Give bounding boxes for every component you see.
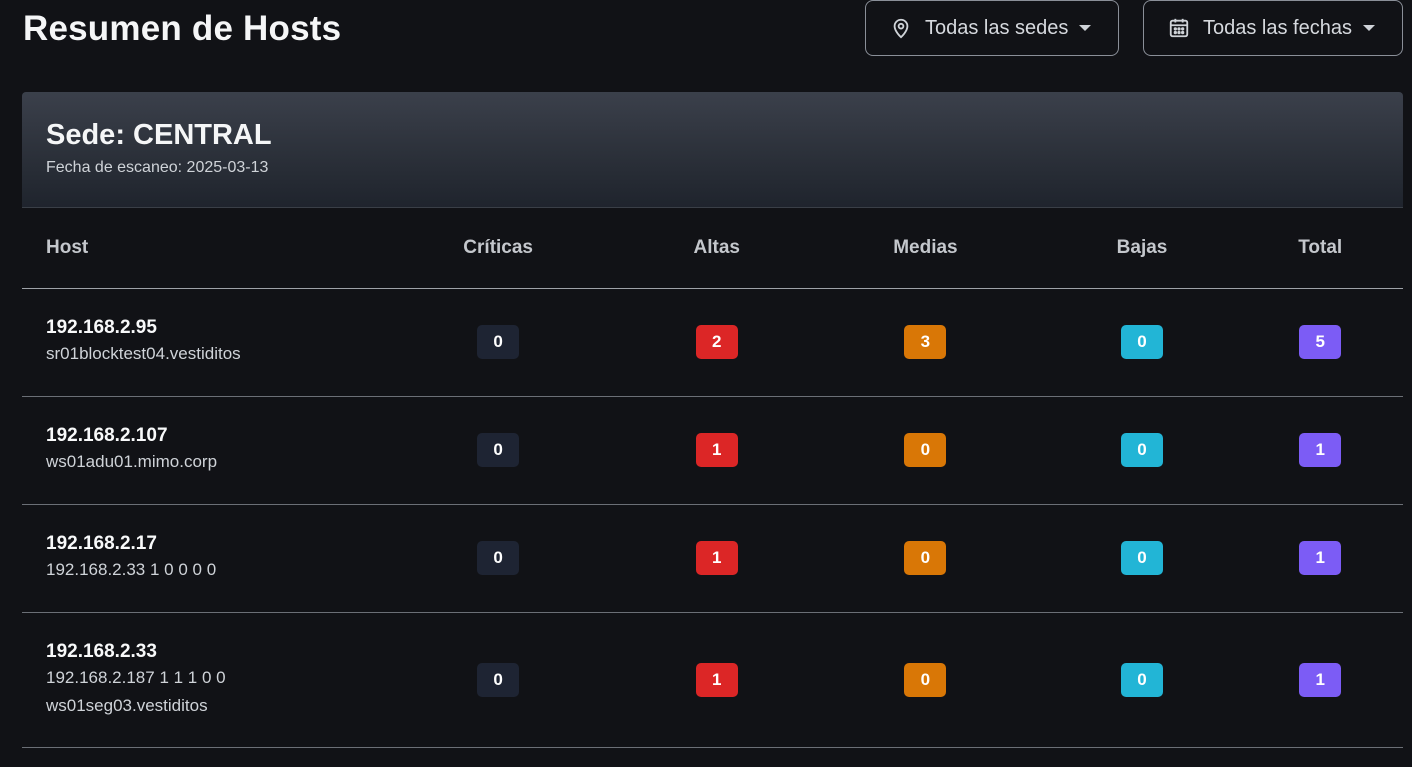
column-header-bajas: Bajas bbox=[1046, 208, 1238, 289]
sede-card: Sede: CENTRAL Fecha de escaneo: 2025-03-… bbox=[22, 92, 1403, 767]
host-cell: 192.168.2.33 192.168.2.187 1 1 1 0 0 ws0… bbox=[22, 612, 367, 748]
sede-filter-label: Todas las sedes bbox=[925, 16, 1069, 39]
table-row: 192.168.2.17 192.168.2.33 1 0 0 0 0 0 1 … bbox=[22, 504, 1403, 613]
host-ip: 192.168.2.17 bbox=[46, 533, 157, 554]
calendar-icon bbox=[1168, 17, 1190, 39]
medias-badge: 0 bbox=[904, 662, 947, 697]
table-row: 192.168.2.95 sr01blocktest04.vestiditos … bbox=[22, 288, 1403, 397]
bajas-badge: 0 bbox=[1121, 662, 1164, 697]
fecha-filter-label: Todas las fechas bbox=[1203, 16, 1352, 39]
bajas-badge: 0 bbox=[1121, 433, 1164, 467]
column-header-medias: Medias bbox=[804, 208, 1047, 289]
host-detail: ws01adu01.mimo.corp bbox=[46, 452, 218, 471]
host-ip: 192.168.2.33 bbox=[46, 640, 157, 662]
total-badge: 1 bbox=[1299, 433, 1342, 467]
table-row: 192.168.2.33 192.168.2.187 1 1 1 0 0 ws0… bbox=[22, 612, 1403, 748]
total-badge: 5 bbox=[1299, 325, 1342, 359]
medias-badge: 0 bbox=[904, 433, 947, 467]
host-detail: 192.168.2.187 1 1 1 0 0 bbox=[46, 667, 226, 687]
column-header-host: Host bbox=[22, 208, 367, 289]
altas-badge: 1 bbox=[695, 541, 738, 575]
host-ip: 192.168.2.107 bbox=[46, 425, 168, 446]
host-detail: ws01seg03.vestiditos bbox=[46, 695, 208, 715]
scan-date: Fecha de escaneo: 2025-03-13 bbox=[46, 159, 269, 176]
host-detail: 192.168.2.33 1 0 0 0 0 bbox=[46, 560, 217, 579]
host-cell: 192.168.2.107 ws01adu01.mimo.corp bbox=[22, 396, 367, 505]
column-header-total: Total bbox=[1237, 208, 1403, 289]
host-cell: 192.168.2.17 192.168.2.33 1 0 0 0 0 bbox=[22, 504, 367, 613]
card-header: Sede: CENTRAL Fecha de escaneo: 2025-03-… bbox=[22, 92, 1403, 208]
criticas-badge: 0 bbox=[477, 325, 520, 359]
medias-badge: 3 bbox=[904, 325, 947, 359]
column-header-criticas: Críticas bbox=[367, 208, 630, 289]
bajas-badge: 0 bbox=[1121, 541, 1164, 575]
sede-filter-dropdown[interactable]: Todas las sedes bbox=[865, 0, 1119, 56]
host-ip: 192.168.2.95 bbox=[46, 317, 157, 338]
altas-badge: 2 bbox=[695, 325, 738, 359]
bajas-badge: 0 bbox=[1121, 325, 1164, 359]
map-pin-icon bbox=[890, 17, 912, 39]
caret-down-icon bbox=[1079, 25, 1091, 31]
total-badge: 1 bbox=[1299, 662, 1342, 697]
criticas-badge: 0 bbox=[477, 541, 520, 575]
altas-badge: 1 bbox=[695, 662, 738, 697]
page-title: Resumen de Hosts bbox=[23, 9, 342, 48]
criticas-badge: 0 bbox=[477, 433, 520, 467]
criticas-badge: 0 bbox=[477, 662, 520, 697]
host-detail: sr01blocktest04.vestiditos bbox=[46, 344, 241, 363]
hosts-table: Host Críticas Altas Medias Bajas Total 1… bbox=[22, 208, 1403, 748]
fecha-filter-dropdown[interactable]: Todas las fechas bbox=[1143, 0, 1403, 56]
host-cell: 192.168.2.95 sr01blocktest04.vestiditos bbox=[22, 288, 367, 397]
medias-badge: 0 bbox=[904, 541, 947, 575]
column-header-altas: Altas bbox=[629, 208, 805, 289]
sede-title: Sede: CENTRAL bbox=[46, 119, 272, 151]
table-row: 192.168.2.107 ws01adu01.mimo.corp 0 1 0 … bbox=[22, 396, 1403, 505]
total-badge: 1 bbox=[1299, 541, 1342, 575]
altas-badge: 1 bbox=[695, 433, 738, 467]
caret-down-icon bbox=[1363, 25, 1375, 31]
table-header-row: Host Críticas Altas Medias Bajas Total bbox=[22, 208, 1403, 289]
